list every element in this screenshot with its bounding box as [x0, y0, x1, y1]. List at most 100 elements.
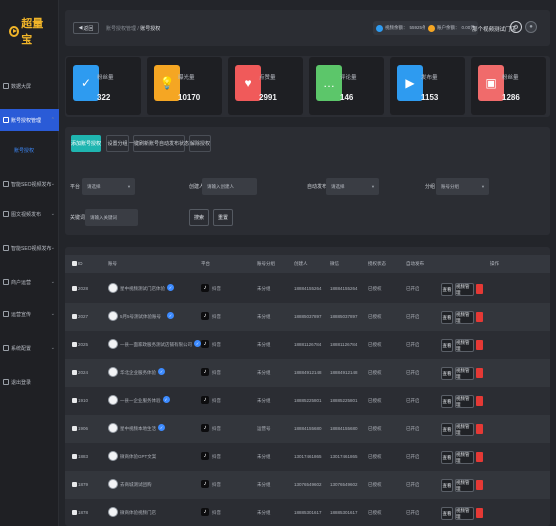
view-button[interactable]: 查看: [441, 423, 453, 436]
cell-auto-publish: 已开启: [406, 370, 420, 375]
col-actions: 操作: [490, 261, 499, 266]
video-icon: [3, 181, 9, 187]
sidebar-item-label: 智能SEO视频发布: [11, 245, 52, 252]
sidebar-item-8[interactable]: 退出登录: [0, 371, 59, 393]
back-button[interactable]: ◀ 返回: [73, 22, 99, 34]
keyword-input[interactable]: 请输入关键词: [85, 209, 138, 226]
row-checkbox[interactable]: [72, 454, 77, 459]
row-checkbox[interactable]: [72, 370, 77, 375]
sidebar-item-7[interactable]: 系统配置 ⌄: [0, 337, 59, 359]
cell-auto-publish: 已开启: [406, 314, 420, 319]
delete-trash-icon[interactable]: [476, 340, 483, 350]
logout-icon: [3, 379, 9, 385]
row-checkbox[interactable]: [72, 342, 77, 347]
settings-gear-icon[interactable]: ⚙: [510, 21, 522, 33]
video-manage-button[interactable]: 视频管理: [455, 395, 474, 408]
row-checkbox[interactable]: [72, 398, 77, 403]
user-avatar-icon[interactable]: ●: [525, 21, 537, 33]
search-button[interactable]: 搜索: [189, 209, 209, 226]
cell-creator: 18885225801: [294, 398, 322, 403]
breadcrumb-parent[interactable]: 账号授权管理: [106, 26, 136, 32]
stat-card: ♥ 点赞量 2991: [228, 57, 303, 115]
video-manage-button[interactable]: 视频管理: [455, 507, 474, 520]
view-button[interactable]: 查看: [441, 311, 453, 324]
row-checkbox[interactable]: [72, 286, 77, 291]
tiktok-icon: ♪: [201, 368, 209, 376]
sidebar-item-0[interactable]: 数据大屏: [0, 75, 59, 97]
tab-revoke-authorization[interactable]: 解除授权: [189, 135, 211, 152]
creator-input[interactable]: 请输入创建人: [202, 178, 257, 195]
sidebar-item-1[interactable]: 账号授权管理 ⌃: [0, 109, 59, 131]
stat-value: 146: [340, 93, 354, 102]
video-manage-button[interactable]: 视频管理: [455, 479, 474, 492]
row-checkbox[interactable]: [72, 510, 77, 515]
delete-trash-icon[interactable]: [476, 508, 483, 518]
stat-glyph-icon: 💡: [159, 76, 175, 90]
cell-wechat: 13076549602: [330, 482, 358, 487]
video-manage-button[interactable]: 视频管理: [455, 339, 474, 352]
delete-trash-icon[interactable]: [476, 312, 483, 322]
delete-trash-icon[interactable]: [476, 424, 483, 434]
table-row: 1906 星中视频本地生活 ✓ ♪ 抖音 运营号 18884155680 1888415568…: [65, 415, 550, 443]
sidebar-item-5[interactable]: 商户运营 ⌄: [0, 271, 59, 293]
avatar: [108, 451, 118, 461]
tab-add-authorization[interactable]: 添加账号授权: [71, 135, 101, 152]
group-select[interactable]: 账号分组 ▼: [436, 178, 489, 195]
stat-tile-icon: ▣: [478, 65, 504, 101]
delete-trash-icon[interactable]: [476, 480, 483, 490]
sidebar-item-4[interactable]: 智能SEO视频发布 ⌄: [0, 237, 59, 259]
app-logo[interactable]: 超量宝: [9, 18, 51, 46]
video-manage-button[interactable]: 视频管理: [455, 283, 474, 296]
cell-id: 1878: [78, 510, 89, 515]
row-checkbox[interactable]: [72, 426, 77, 431]
sidebar-item-3[interactable]: 图文视频发布 ⌄: [0, 203, 59, 225]
cell-auth-status: 已授权: [368, 426, 382, 431]
cell-account-name: 微商体验视频门店: [120, 510, 156, 515]
cell-platform: 抖音: [212, 342, 221, 347]
table-row: 1883 微商体验GPT文案 ♪ 抖音 未分组 13017461865 1301746186…: [65, 443, 550, 471]
sidebar-item-6[interactable]: 运营宣传 ⌄: [0, 303, 59, 325]
cell-id: 2024: [78, 370, 89, 375]
account-balance-badge: 账户余额： 0.00元: [425, 21, 478, 35]
auto-publish-label: 自动发布: [307, 184, 328, 190]
stat-value: 1153: [421, 93, 439, 102]
reset-button[interactable]: 重置: [213, 209, 233, 226]
delete-trash-icon[interactable]: [476, 368, 483, 378]
select-all-checkbox[interactable]: [72, 261, 77, 266]
cell-account-name: 星中视频测试门店体验: [120, 286, 165, 291]
seo-icon: [3, 245, 9, 251]
row-checkbox[interactable]: [72, 482, 77, 487]
stat-label: 点赞量: [259, 75, 276, 81]
cell-account-name: 微商体验GPT文案: [120, 454, 157, 459]
auto-publish-select[interactable]: 请选择 ▼: [326, 178, 379, 195]
video-manage-button[interactable]: 视频管理: [455, 451, 474, 464]
row-checkbox[interactable]: [72, 314, 77, 319]
tab-set-group[interactable]: 设置分组: [106, 135, 129, 152]
video-manage-button[interactable]: 视频管理: [455, 311, 474, 324]
view-button[interactable]: 查看: [441, 283, 453, 296]
view-button[interactable]: 查看: [441, 451, 453, 464]
view-button[interactable]: 查看: [441, 479, 453, 492]
stat-card: 💡 曝光量 10170: [147, 57, 222, 115]
view-button[interactable]: 查看: [441, 339, 453, 352]
delete-trash-icon[interactable]: [476, 396, 483, 406]
view-button[interactable]: 查看: [441, 507, 453, 520]
video-manage-button[interactable]: 视频管理: [455, 423, 474, 436]
sidebar-subitem-authorization[interactable]: 账号授权: [0, 142, 59, 158]
video-manage-button[interactable]: 视频管理: [455, 367, 474, 380]
sidebar-item-2[interactable]: 智能SEO视频发布 ⌄: [0, 173, 59, 195]
tiktok-icon: ♪: [201, 452, 209, 460]
view-button[interactable]: 查看: [441, 395, 453, 408]
logo-play-icon: [9, 25, 20, 37]
delete-trash-icon[interactable]: [476, 284, 483, 294]
view-button[interactable]: 查看: [441, 367, 453, 380]
tab-refresh-status[interactable]: 一键刷新账号自动发布状态: [129, 135, 189, 152]
table-row: 2027 5月5号测试体验账号 ✓ ♪ 抖音 未分组 18885037897 18885037…: [65, 303, 550, 331]
sidebar-item-label: 账号授权管理: [11, 117, 42, 124]
delete-trash-icon[interactable]: [476, 452, 483, 462]
cell-creator: 18885037897: [294, 314, 322, 319]
cell-platform: 抖音: [212, 370, 221, 375]
chevron-up-icon: ⌃: [50, 117, 55, 123]
table-row: 1879 去商城测试团购 ♪ 抖音 未分组 13076549602 13076549602 已…: [65, 471, 550, 499]
platform-select[interactable]: 请选择 ▼: [82, 178, 135, 195]
